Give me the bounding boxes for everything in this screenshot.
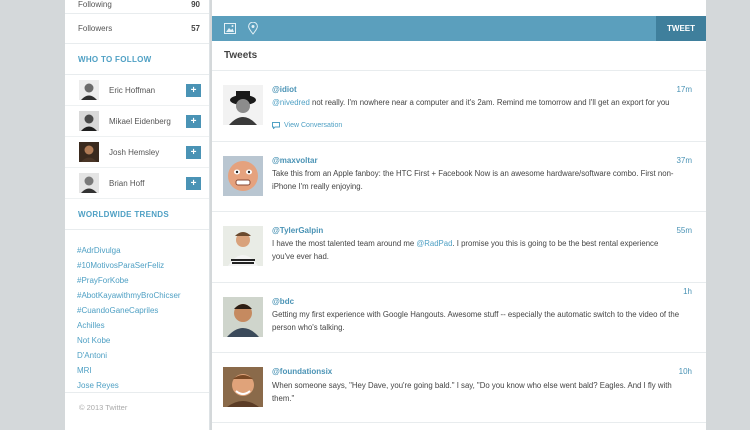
tweet-time[interactable]: 10h — [679, 367, 692, 376]
worldwide-trends-title: WORLDWIDE TRENDS — [65, 199, 209, 230]
tweet-text: I have the most talented team around me … — [272, 239, 659, 261]
mention-link[interactable]: @RadPad — [416, 239, 452, 248]
view-conversation-link[interactable]: View Conversation — [272, 122, 342, 129]
trend-link[interactable]: #AbotKayawithmyBroChicser — [65, 288, 209, 303]
tweet-item[interactable]: @maxvoltar 37m Take this from an Apple f… — [212, 142, 706, 212]
tweet-composer[interactable]: TWEET — [212, 16, 706, 41]
avatar[interactable] — [223, 367, 263, 407]
tweet-time[interactable]: 37m — [676, 156, 692, 165]
tweet-time[interactable]: 17m — [676, 85, 692, 94]
conversation-icon — [272, 122, 280, 129]
trend-link[interactable]: #CuandoGaneCapriles — [65, 303, 209, 318]
copyright: © 2013 Twitter — [65, 392, 209, 412]
tweet-item[interactable]: @TylerGalpin 55m I have the most talente… — [212, 212, 706, 283]
trend-link[interactable]: Jose Reyes — [65, 378, 209, 393]
sidebar: Following 90 Followers 57 WHO TO FOLLOW … — [65, 0, 210, 430]
stat-value: 90 — [191, 0, 200, 9]
tweet-handle[interactable]: @maxvoltar — [272, 156, 318, 165]
feed-title: Tweets — [212, 41, 706, 71]
tweet-time[interactable]: 55m — [676, 226, 692, 235]
tweet-time[interactable]: 1h — [683, 287, 692, 296]
trend-link[interactable]: Not Kobe — [65, 333, 209, 348]
follow-button[interactable]: + — [186, 145, 201, 159]
tweet-handle[interactable]: @foundationsix — [272, 367, 332, 376]
tweet-handle[interactable]: @idiot — [272, 85, 297, 94]
avatar[interactable] — [79, 142, 99, 162]
follow-suggestion: Mikael Eidenberg + — [65, 106, 209, 137]
location-pin-icon[interactable] — [246, 22, 259, 35]
follow-name[interactable]: Mikael Eidenberg — [109, 117, 186, 126]
trend-link[interactable]: #PrayForKobe — [65, 273, 209, 288]
avatar[interactable] — [223, 85, 263, 125]
avatar[interactable] — [79, 80, 99, 100]
follow-suggestion: Eric Hoffman + — [65, 75, 209, 106]
trend-link[interactable]: D'Antoni — [65, 348, 209, 363]
tweet-button[interactable]: TWEET — [656, 16, 706, 41]
photo-icon[interactable] — [223, 22, 236, 35]
trend-link[interactable]: #10MotivosParaSerFeliz — [65, 258, 209, 273]
trend-link[interactable]: MRI — [65, 363, 209, 378]
avatar[interactable] — [79, 173, 99, 193]
tweet-item[interactable]: @foundationsix 10h When someone says, "H… — [212, 353, 706, 423]
who-to-follow-title: WHO TO FOLLOW — [65, 44, 209, 75]
follow-name[interactable]: Eric Hoffman — [109, 86, 186, 95]
tweet-handle[interactable]: @TylerGalpin — [272, 226, 323, 235]
avatar[interactable] — [223, 156, 263, 196]
avatar[interactable] — [223, 226, 263, 266]
stat-value: 57 — [191, 24, 200, 33]
tweet-text: Take this from an Apple fanboy: the HTC … — [272, 169, 674, 191]
follow-name[interactable]: Brian Hoff — [109, 179, 186, 188]
avatar[interactable] — [223, 297, 263, 337]
main-feed: TWEET Tweets @idiot 17m @nivedred not re… — [212, 0, 706, 430]
mention-link[interactable]: @nivedred — [272, 98, 310, 107]
tweet-item[interactable]: @idiot 17m @nivedred not really. I'm now… — [212, 71, 706, 142]
follow-name[interactable]: Josh Hemsley — [109, 148, 186, 157]
tweet-item[interactable]: @bdc 1h Getting my first experience with… — [212, 283, 706, 353]
tweet-text: @nivedred not really. I'm nowhere near a… — [272, 98, 670, 107]
follow-button[interactable]: + — [186, 83, 201, 97]
follow-button[interactable]: + — [186, 114, 201, 128]
stat-followers[interactable]: Followers 57 — [65, 14, 209, 44]
follow-button[interactable]: + — [186, 176, 201, 190]
follow-suggestion: Josh Hemsley + — [65, 137, 209, 168]
tweet-text: Getting my first experience with Google … — [272, 310, 680, 332]
stat-following[interactable]: Following 90 — [65, 0, 209, 14]
tweet-handle[interactable]: @bdc — [272, 297, 294, 306]
avatar[interactable] — [79, 111, 99, 131]
trend-link[interactable]: #AdrDivulga — [65, 243, 209, 258]
trend-link[interactable]: Achilles — [65, 318, 209, 333]
stat-label: Followers — [78, 24, 113, 33]
follow-suggestion: Brian Hoff + — [65, 168, 209, 199]
tweet-text: When someone says, "Hey Dave, you're goi… — [272, 381, 672, 403]
stat-label: Following — [78, 0, 112, 9]
